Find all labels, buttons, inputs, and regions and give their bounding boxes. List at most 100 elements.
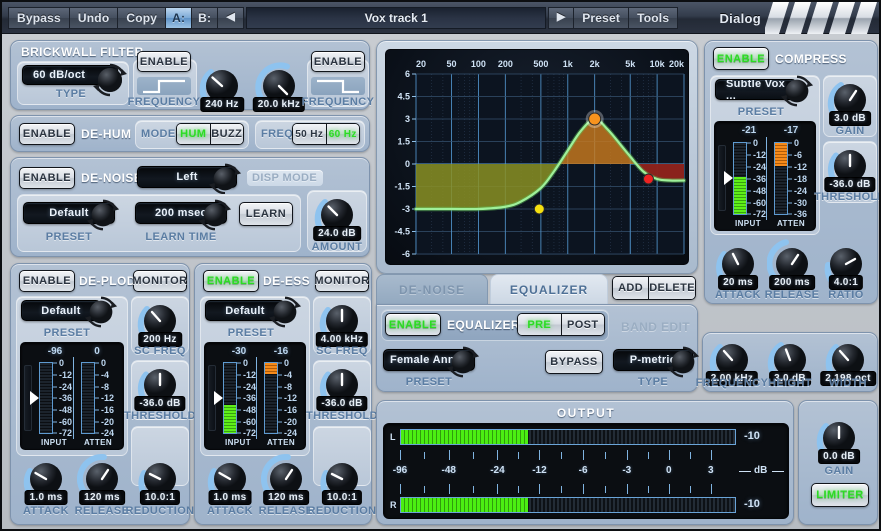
dehum-freq-50-option[interactable]: 50 Hz <box>293 124 326 144</box>
brickwall-lp-enable-button[interactable]: ENABLE <box>311 51 365 72</box>
dehum-enable-button[interactable]: ENABLE <box>19 123 75 145</box>
denoise-title: DE-NOISE <box>81 171 142 185</box>
denoise-panel: ENABLE DE-NOISE Left DISP MODE Default <box>10 157 370 257</box>
eq-graph-svg[interactable]: 20501002005001k2k5k10k20k64.531.50-1.5-3… <box>386 50 689 265</box>
compress-threshold-pointer-icon[interactable] <box>724 171 733 185</box>
brickwall-hp-enable-button[interactable]: ENABLE <box>137 51 191 72</box>
deplode-atten-readout: 0 <box>81 346 113 357</box>
deess-preset-value: Default <box>225 305 264 317</box>
copy-button[interactable]: Copy <box>118 7 166 29</box>
deess-release-knob[interactable]: 120 ms <box>261 454 311 504</box>
output-gain-knob[interactable]: 0.0 dB <box>814 413 864 463</box>
deplode-release-knob[interactable]: 120 ms <box>77 454 127 504</box>
output-scale-minor-tick <box>648 452 649 459</box>
dehum-mode-segment[interactable]: HUM BUZZ <box>176 123 244 145</box>
output-scale-tick <box>669 484 670 494</box>
deess-attack-knob[interactable]: 1.0 ms <box>205 454 255 504</box>
brickwall-lp-frequency-knob[interactable]: 20.0 kHz <box>254 61 304 111</box>
next-arrow-icon[interactable]: ▶ <box>548 7 574 29</box>
deess-monitor-button[interactable]: MONITOR <box>315 270 369 292</box>
deplode-reduction-knob[interactable]: 10.0:1 <box>135 454 185 504</box>
output-scale-tick <box>627 484 628 494</box>
eq-graph-panel[interactable]: 20501002005001k2k5k10k20k64.531.50-1.5-3… <box>376 40 698 274</box>
eq-frequency-label: FREQUENCY <box>696 377 769 389</box>
svg-text:0: 0 <box>405 159 410 169</box>
deess-reduction-knob[interactable]: 10.0:1 <box>317 454 367 504</box>
output-scale-tick <box>669 450 670 460</box>
dehum-freq-60-option[interactable]: 60 Hz <box>326 124 360 144</box>
denoise-enable-button[interactable]: ENABLE <box>19 167 75 189</box>
compress-enable-button[interactable]: ENABLE <box>713 47 769 70</box>
band-add-delete-segment[interactable]: ADD DELETE <box>612 276 696 300</box>
deplode-enable-button[interactable]: ENABLE <box>19 270 75 292</box>
deess-panel: ENABLE DE-ESS Default PRESET -30 -16 <box>194 263 372 525</box>
brickwall-type-value: 60 dB/oct <box>33 69 85 81</box>
eq-enable-button[interactable]: ENABLE <box>385 313 441 336</box>
denoise-disp-mode-label: DISP MODE <box>252 172 317 184</box>
svg-text:6: 6 <box>405 69 410 79</box>
compress-input-meter-fill <box>734 177 746 214</box>
output-scale-tick <box>449 484 450 494</box>
denoise-preset-label: PRESET <box>46 231 92 243</box>
output-left-meter-fill <box>401 430 528 444</box>
deess-enable-button[interactable]: ENABLE <box>203 270 259 292</box>
output-scale-label: -3 <box>622 465 631 476</box>
compress-ratio-knob[interactable]: 4.0:1 <box>821 239 871 289</box>
lowpass-curve-icon <box>311 77 365 95</box>
compress-ratio-label: RATIO <box>828 289 863 301</box>
deess-threshold-pointer-icon[interactable] <box>214 391 223 405</box>
output-db-dash-right <box>772 471 784 472</box>
deplode-sc-freq-knob[interactable]: 200 Hz <box>135 296 185 346</box>
undo-button[interactable]: Undo <box>70 7 118 29</box>
eq-bypass-button[interactable]: BYPASS <box>545 350 603 374</box>
tab-equalizer[interactable]: EQUALIZER <box>490 274 608 304</box>
eq-post-option[interactable]: POST <box>561 314 605 335</box>
preset-a-button[interactable]: A: <box>166 7 192 29</box>
eq-graph-canvas[interactable]: 20501002005001k2k5k10k20k64.531.50-1.5-3… <box>385 49 689 265</box>
preset-menu-button[interactable]: Preset <box>574 7 629 29</box>
output-right-meter-track <box>400 497 736 513</box>
output-scale-tick <box>583 484 584 494</box>
output-scale-tick <box>400 484 401 494</box>
compress-release-knob[interactable]: 200 ms <box>767 239 817 289</box>
tab-denoise[interactable]: DE-NOISE <box>376 274 488 304</box>
svg-text:2k: 2k <box>590 59 601 69</box>
deplode-threshold-knob[interactable]: -36.0 dB <box>135 360 185 410</box>
deplode-threshold-pointer-icon[interactable] <box>30 391 39 405</box>
output-scale-label: -48 <box>441 465 455 476</box>
compress-attack-knob[interactable]: 20 ms <box>713 239 763 289</box>
deess-threshold-knob[interactable]: -36.0 dB <box>317 360 367 410</box>
preset-b-button[interactable]: B: <box>192 7 218 29</box>
compress-threshold-knob[interactable]: -36.0 dB <box>825 141 875 191</box>
output-gain-label: GAIN <box>824 465 853 477</box>
compress-attack-value: 20 ms <box>718 275 758 290</box>
brickwall-type-rotary[interactable] <box>91 61 129 104</box>
compress-preset-rotary[interactable] <box>779 73 815 114</box>
prev-arrow-icon[interactable]: ◀ <box>218 7 244 29</box>
dehum-freq-segment[interactable]: 50 Hz 60 Hz <box>292 123 360 145</box>
band-delete-button[interactable]: DELETE <box>648 277 695 299</box>
compress-atten-meter-fill <box>775 143 787 166</box>
deplode-monitor-button[interactable]: MONITOR <box>133 270 187 292</box>
deplode-attack-knob[interactable]: 1.0 ms <box>21 454 71 504</box>
deess-sc-freq-knob[interactable]: 4.00 kHz <box>317 296 367 346</box>
bypass-button[interactable]: Bypass <box>8 7 70 29</box>
output-scale-tick <box>400 450 401 460</box>
limiter-button[interactable]: LIMITER <box>811 483 869 507</box>
tools-menu-button[interactable]: Tools <box>629 7 678 29</box>
denoise-amount-knob[interactable]: 24.0 dB <box>312 190 362 240</box>
dehum-mode-hum-option[interactable]: HUM <box>177 124 210 144</box>
denoise-learn-button[interactable]: LEARN <box>239 202 293 226</box>
brickwall-hp-frequency-knob[interactable]: 240 Hz <box>197 61 247 111</box>
dehum-freq-label: FREQ <box>261 128 293 140</box>
waves-logo-icon <box>765 2 881 34</box>
svg-text:4.5: 4.5 <box>397 92 410 102</box>
output-scale-tick <box>711 450 712 460</box>
eq-prepost-segment[interactable]: PRE POST <box>517 313 605 336</box>
output-scale-minor-tick <box>518 486 519 493</box>
eq-pre-option[interactable]: PRE <box>518 314 561 335</box>
band-add-button[interactable]: ADD <box>613 277 648 299</box>
dehum-mode-buzz-option[interactable]: BUZZ <box>210 124 244 144</box>
compress-gain-knob[interactable]: 3.0 dB <box>825 75 875 125</box>
deplode-attack-label: ATTACK <box>23 505 69 517</box>
